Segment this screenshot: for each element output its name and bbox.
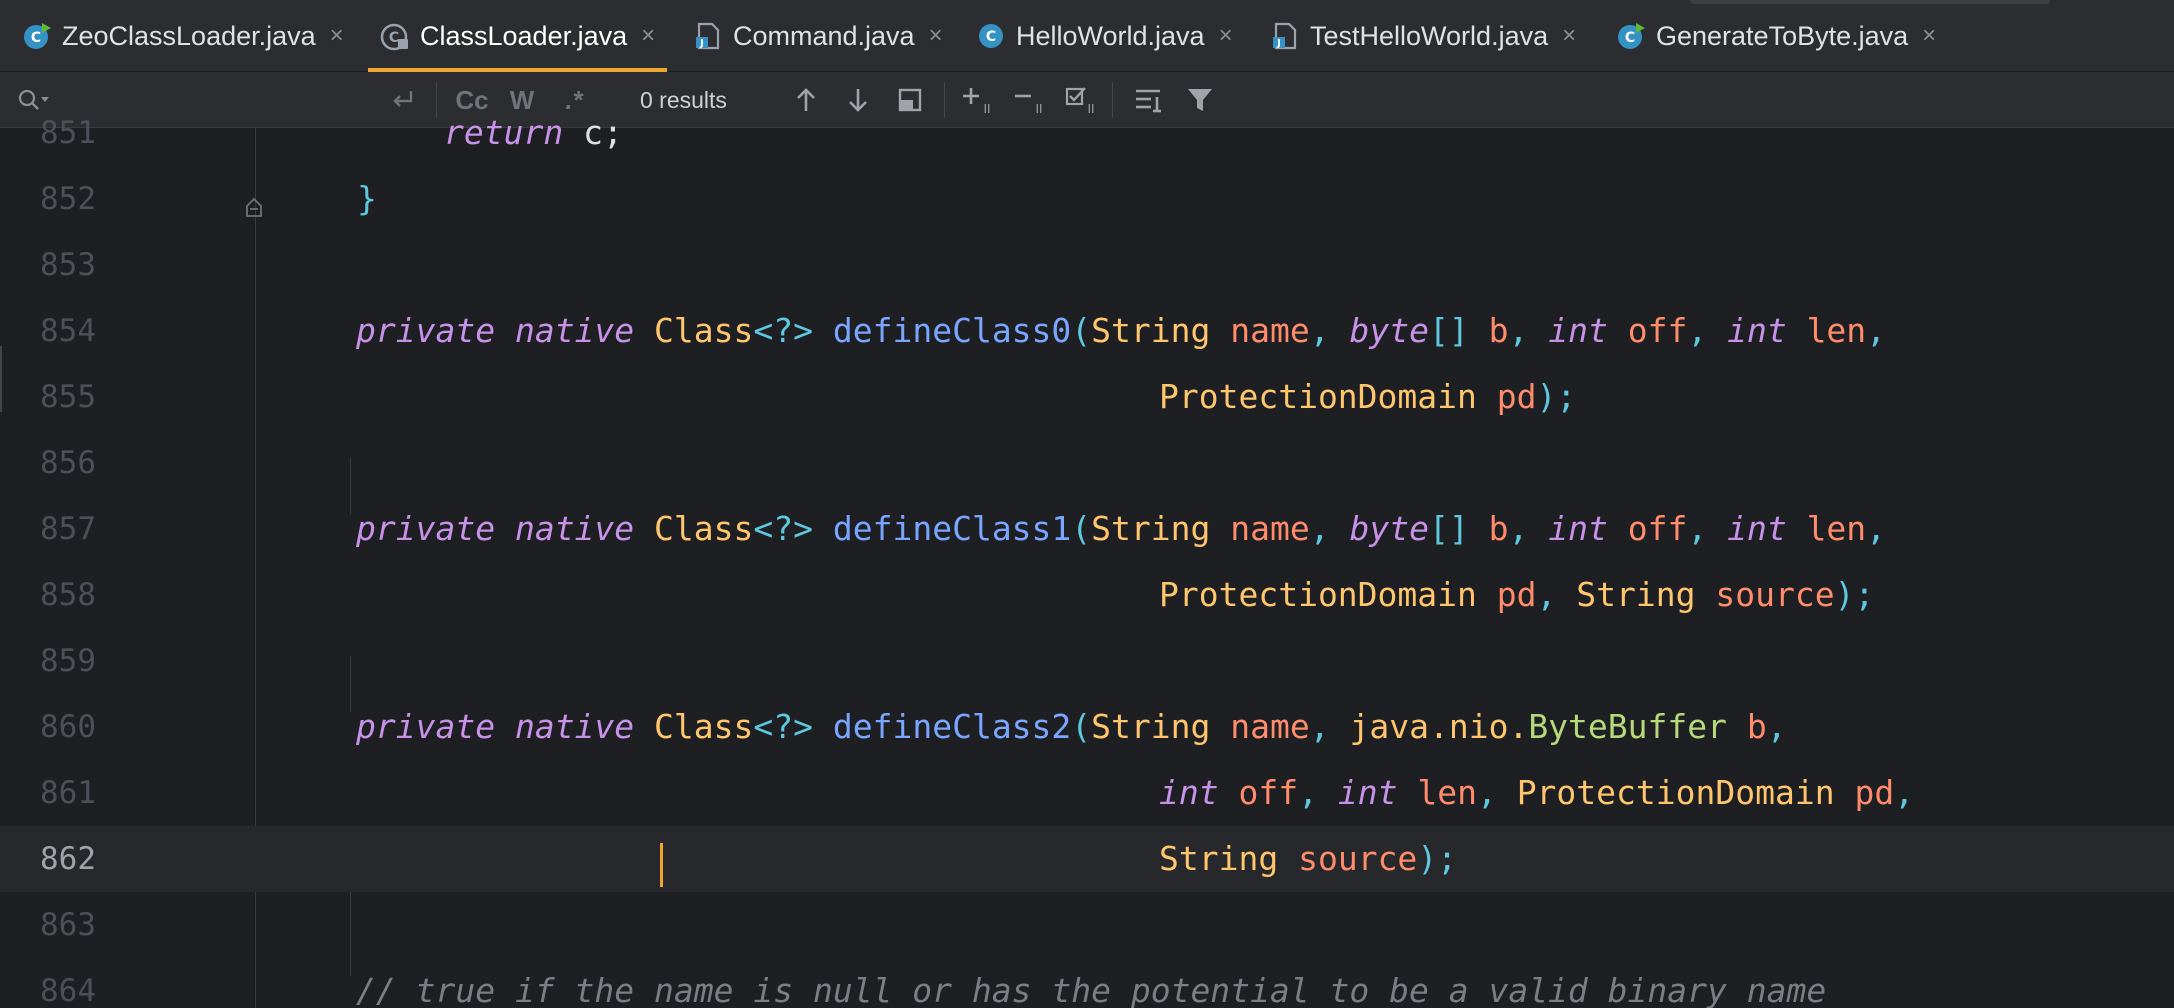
code-line-current[interactable]: 862 String source); <box>0 826 2174 892</box>
close-icon[interactable]: × <box>929 22 943 50</box>
java-class-run-icon: C <box>22 21 52 51</box>
close-icon[interactable]: × <box>1219 22 1233 50</box>
tab-zeoclassloader[interactable]: C ZeoClassLoader.java × <box>22 0 344 72</box>
line-number: 851 <box>40 115 96 151</box>
tab-testhelloworld[interactable]: J TestHelloWorld.java × <box>1270 0 1576 72</box>
tab-generatetobyte[interactable]: C GenerateToByte.java × <box>1616 0 1936 72</box>
svg-text:J: J <box>699 38 704 49</box>
code-line[interactable]: 856 <box>0 430 2174 496</box>
code-line[interactable]: 860 private native Class<?> defineClass2… <box>0 694 2174 760</box>
code-text: int off, int len, ProtectionDomain pd, <box>1159 773 1915 812</box>
line-number: 861 <box>40 775 96 811</box>
tab-classloader[interactable]: C ClassLoader.java × <box>367 0 668 72</box>
close-icon[interactable]: × <box>1562 22 1576 50</box>
code-editor[interactable]: 851 return c; 852 } 853 854 private nati… <box>0 113 2174 1008</box>
java-class-readonly-icon: C <box>380 21 410 51</box>
code-line[interactable]: 861 int off, int len, ProtectionDomain p… <box>0 760 2174 826</box>
svg-text:C: C <box>389 30 399 46</box>
tab-label: ZeoClassLoader.java <box>62 20 316 51</box>
code-line[interactable]: 857 private native Class<?> defineClass1… <box>0 496 2174 562</box>
code-text: ProtectionDomain pd); <box>1159 377 1577 416</box>
line-number: 857 <box>40 511 96 547</box>
line-number: 860 <box>40 709 96 745</box>
tab-label: Command.java <box>733 20 915 51</box>
ide-window: C ZeoClassLoader.java × C ClassLoader.ja… <box>0 0 2174 1008</box>
code-line[interactable]: 855 ProtectionDomain pd); <box>0 364 2174 430</box>
line-number: 856 <box>40 445 96 481</box>
java-file-icon: J <box>693 21 723 51</box>
svg-text:C: C <box>986 29 996 45</box>
java-class-run-icon: C <box>1616 21 1646 51</box>
close-icon[interactable]: × <box>330 22 344 50</box>
tab-label: GenerateToByte.java <box>1656 20 1909 51</box>
tab-label: ClassLoader.java <box>420 20 628 51</box>
code-line[interactable]: 863 <box>0 892 2174 958</box>
tab-label: TestHelloWorld.java <box>1310 20 1549 51</box>
svg-text:C: C <box>1625 30 1635 46</box>
code-line[interactable]: 853 <box>0 232 2174 298</box>
code-comment: // true if the name is null or has the p… <box>356 971 1827 1008</box>
line-number: 864 <box>40 973 96 1008</box>
tab-helloworld[interactable]: C HelloWorld.java × <box>976 0 1233 72</box>
code-text: } <box>357 179 377 218</box>
svg-text:J: J <box>1276 38 1281 49</box>
code-line[interactable]: 852 } <box>0 166 2174 232</box>
line-number: 853 <box>40 247 96 283</box>
tab-command[interactable]: J Command.java × <box>693 0 943 72</box>
line-number: 862 <box>40 841 96 877</box>
editor-tab-bar: C ZeoClassLoader.java × C ClassLoader.ja… <box>0 0 2174 72</box>
tab-label: HelloWorld.java <box>1016 20 1205 51</box>
code-text: return c; <box>444 113 623 152</box>
line-number: 859 <box>40 643 96 679</box>
line-number: 858 <box>40 577 96 613</box>
code-line[interactable]: 859 <box>0 628 2174 694</box>
line-number: 852 <box>40 181 96 217</box>
svg-text:C: C <box>31 30 41 46</box>
code-text: String source); <box>1159 839 1458 878</box>
line-number: 854 <box>40 313 96 349</box>
code-line[interactable]: 858 ProtectionDomain pd, String source); <box>0 562 2174 628</box>
code-text: private native Class<?> defineClass1(Str… <box>356 509 1887 548</box>
java-class-icon: C <box>976 21 1006 51</box>
code-line[interactable]: 864 // true if the name is null or has t… <box>0 958 2174 1008</box>
line-number: 863 <box>40 907 96 943</box>
java-file-icon: J <box>1270 21 1300 51</box>
code-text: private native Class<?> defineClass0(Str… <box>356 311 1887 350</box>
close-icon[interactable]: × <box>1922 22 1936 50</box>
code-line[interactable]: 854 private native Class<?> defineClass0… <box>0 298 2174 364</box>
close-icon[interactable]: × <box>641 22 655 50</box>
line-number: 855 <box>40 379 96 415</box>
code-text: private native Class<?> defineClass2(Str… <box>356 707 1787 746</box>
text-caret <box>660 843 663 887</box>
code-text: ProtectionDomain pd, String source); <box>1159 575 1875 614</box>
code-line[interactable]: 851 return c; <box>0 100 2174 166</box>
